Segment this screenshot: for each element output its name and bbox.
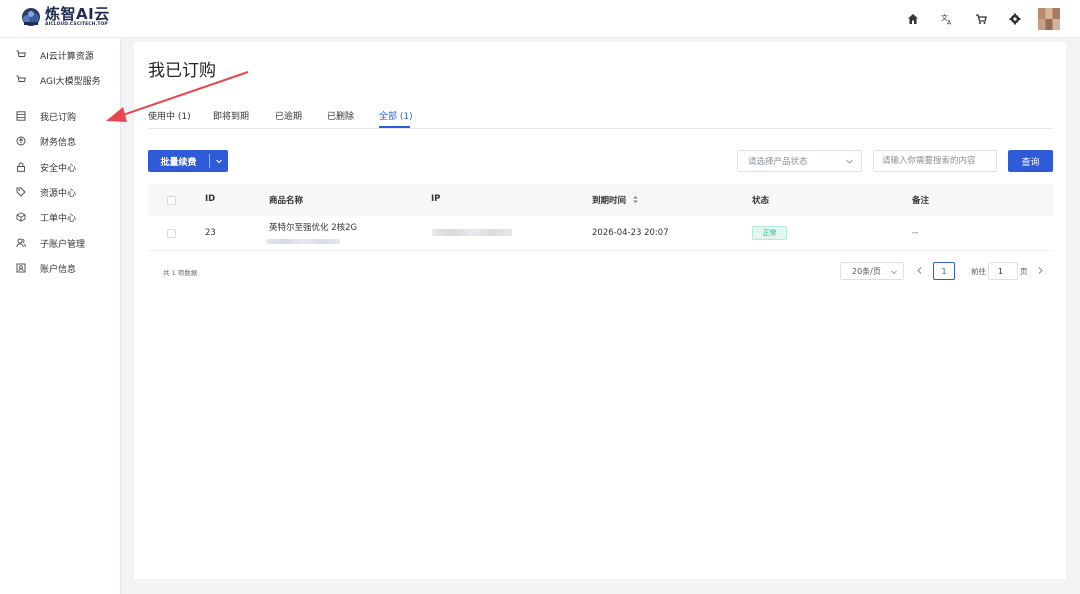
brand-logo[interactable]: 炼智AI云 AICLOUD.CSCITECH.TOP [20, 6, 110, 28]
sidebar-item-label: 安全中心 [40, 163, 77, 174]
arrow-circle-icon [16, 136, 26, 146]
status-tabs: 使用中 (1) 即将到期 已逾期 已删除 全部 (1) [148, 106, 1053, 129]
sidebar-item-my-orders[interactable]: 我已订购 [16, 106, 76, 126]
tab-all[interactable]: 全部 (1) [379, 109, 413, 122]
home-icon[interactable] [896, 6, 930, 32]
column-header-expire[interactable]: 到期时间 [592, 194, 639, 206]
sidebar-item-label: AGI大模型服务 [40, 76, 101, 87]
cell-note: -- [912, 228, 919, 238]
chevron-down-icon [846, 159, 853, 164]
sidebar-item-account-info[interactable]: 账户信息 [16, 258, 76, 278]
page-number-current[interactable]: 1 [933, 262, 955, 280]
query-label: 查询 [1021, 157, 1040, 168]
cell-product-name[interactable]: 英特尔至强优化 2核2G [269, 221, 357, 233]
cart-icon [16, 50, 26, 57]
total-count: 共 1 项数据 [163, 269, 198, 277]
goto-page-input[interactable] [988, 262, 1018, 280]
avatar[interactable] [1038, 8, 1060, 30]
cell-id: 23 [205, 228, 216, 238]
sidebar-item-resources[interactable]: 资源中心 [16, 182, 76, 202]
brand-name: 炼智AI云 [45, 5, 110, 23]
cart-icon [16, 75, 26, 82]
product-status-select[interactable]: 请选择产品状态 [737, 150, 862, 172]
brand-sub: AICLOUD.CSCITECH.TOP [45, 22, 108, 27]
select-placeholder: 请选择产品状态 [748, 157, 808, 167]
cloud-logo-icon [22, 8, 40, 26]
redacted-ip [432, 229, 512, 236]
redacted-product-detail [266, 239, 340, 244]
lock-icon [17, 162, 25, 172]
sort-icon[interactable] [632, 195, 639, 204]
table-row[interactable]: 23 英特尔至强优化 2核2G 2026-04-23 20:07 正常 -- [148, 216, 1053, 251]
goto-prefix: 前往 [971, 267, 986, 276]
tab-expiring[interactable]: 即将到期 [213, 109, 249, 122]
sidebar-item-label: 资源中心 [40, 188, 77, 199]
select-all-checkbox[interactable] [167, 196, 176, 205]
next-page-icon[interactable] [1036, 266, 1045, 275]
chevron-down-icon [891, 270, 897, 275]
row-checkbox[interactable] [167, 229, 176, 238]
column-header-product: 商品名称 [269, 196, 304, 206]
page-number-label: 1 [941, 266, 947, 276]
batch-renew-label: 批量续费 [160, 157, 197, 168]
settings-icon[interactable] [998, 6, 1032, 32]
query-button[interactable]: 查询 [1008, 150, 1053, 172]
search-input[interactable] [873, 150, 997, 172]
top-bar: 炼智AI云 AICLOUD.CSCITECH.TOP 文A [0, 0, 1080, 38]
cart-icon[interactable] [964, 6, 998, 32]
sidebar-item-sub-accounts[interactable]: 子账户管理 [16, 233, 85, 253]
tab-overdue[interactable]: 已逾期 [275, 109, 302, 122]
sidebar-item-tickets[interactable]: 工单中心 [16, 207, 76, 227]
column-header-id: ID [205, 194, 216, 204]
sidebar-item-label: 工单中心 [40, 213, 77, 224]
sidebar-item-label: 账户信息 [40, 264, 77, 275]
page-size-select[interactable]: 20条/页 [840, 262, 904, 280]
sidebar-item-label: 我已订购 [40, 112, 77, 123]
translate-icon[interactable]: 文A [930, 6, 964, 32]
tab-in-use[interactable]: 使用中 (1) [148, 109, 191, 122]
id-card-icon [16, 263, 26, 273]
page-size-label: 20条/页 [852, 266, 881, 276]
users-icon [16, 238, 26, 248]
page-title: 我已订购 [148, 61, 216, 81]
sidebar-item-label: 财务信息 [40, 137, 77, 148]
list-icon [16, 111, 26, 121]
tag-icon [16, 187, 26, 197]
column-header-label: 到期时间 [592, 196, 627, 206]
status-badge-label: 正常 [762, 229, 777, 237]
sidebar-item-label: AI云计算资源 [40, 51, 94, 62]
cell-expire-time: 2026-04-23 20:07 [592, 228, 669, 238]
sidebar-item-security[interactable]: 安全中心 [16, 157, 76, 177]
sidebar-item-agi-service[interactable]: AGI大模型服务 [16, 70, 101, 90]
status-badge: 正常 [752, 226, 787, 240]
column-header-ip: IP [431, 194, 441, 204]
svg-text:A: A [947, 20, 952, 26]
table-header: ID 商品名称 IP 到期时间 状态 备注 [148, 184, 1053, 216]
tab-deleted[interactable]: 已删除 [327, 109, 354, 122]
sidebar-item-ai-compute[interactable]: AI云计算资源 [16, 45, 94, 65]
active-tab-indicator [379, 126, 410, 128]
sidebar-item-label: 子账户管理 [40, 239, 86, 250]
column-header-status: 状态 [752, 196, 770, 206]
chevron-down-icon[interactable] [210, 157, 228, 165]
column-header-note: 备注 [912, 196, 930, 206]
batch-renew-button[interactable]: 批量续费 [148, 150, 228, 172]
goto-suffix: 页 [1020, 267, 1028, 276]
sidebar-item-finance[interactable]: 财务信息 [16, 131, 76, 151]
cube-icon [16, 212, 26, 222]
prev-page-icon[interactable] [915, 266, 924, 275]
